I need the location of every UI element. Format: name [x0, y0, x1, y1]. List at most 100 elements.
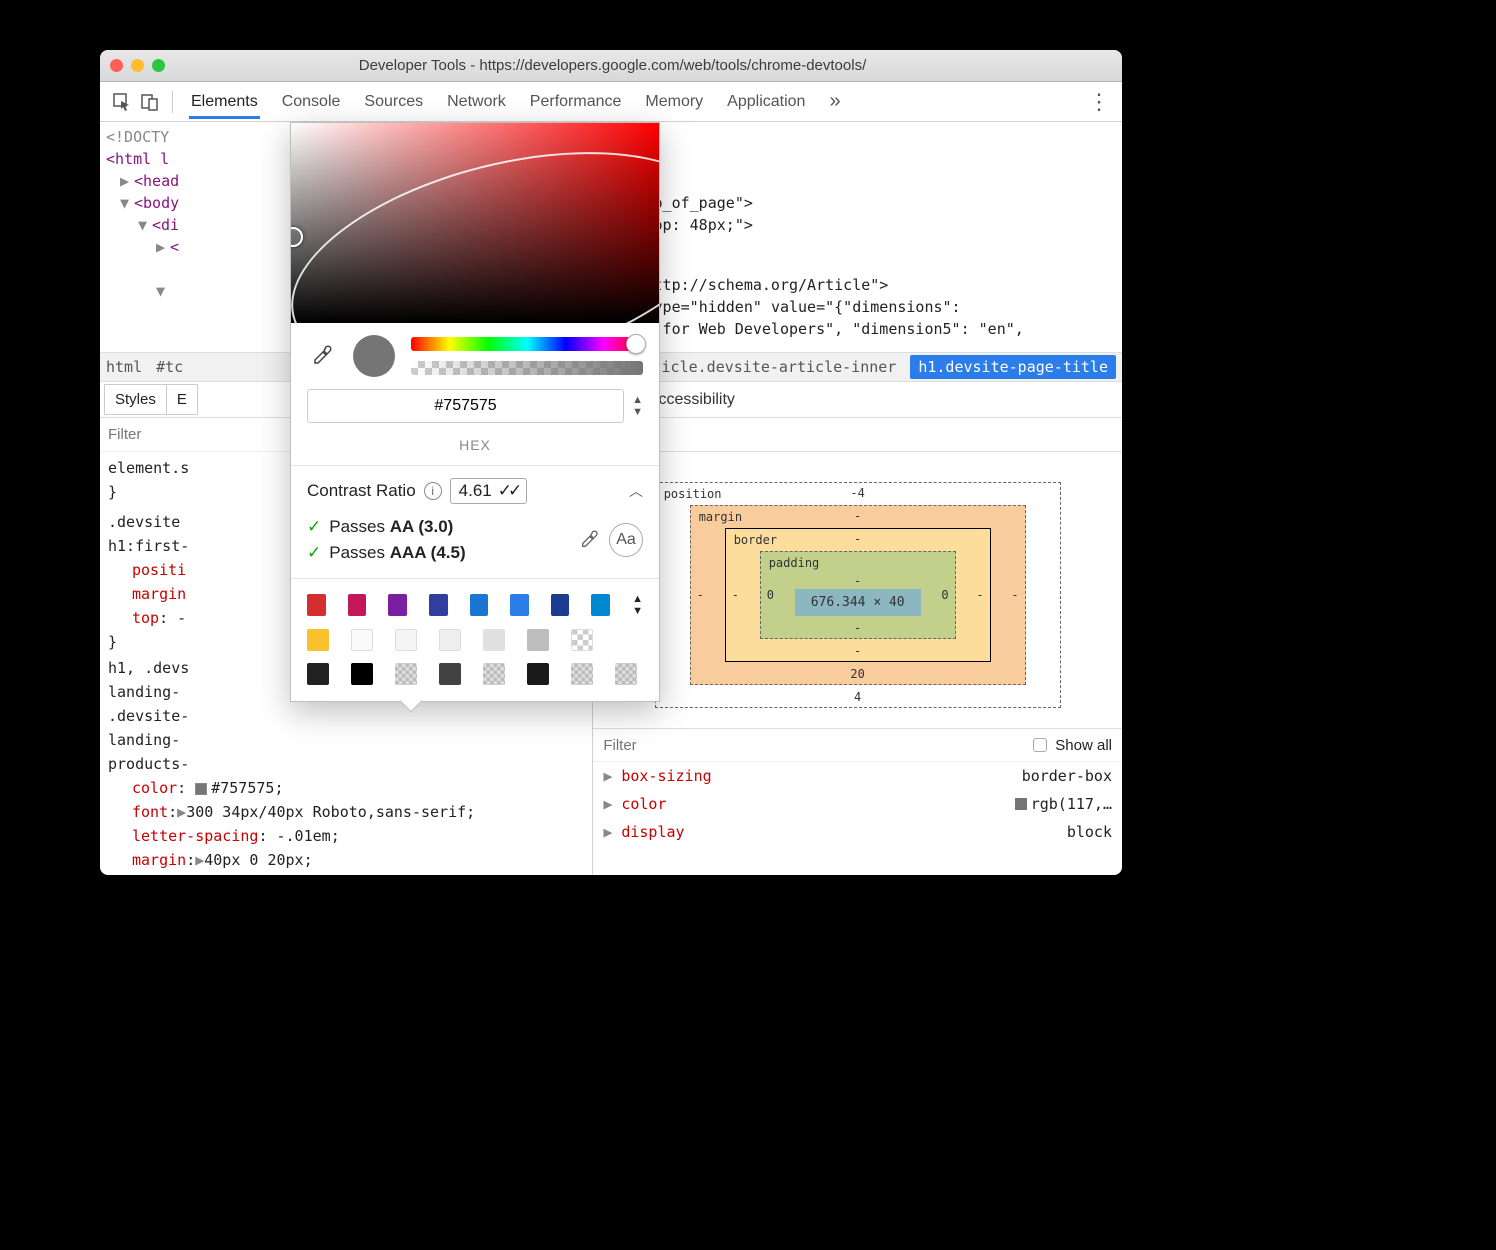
text-preview-icon[interactable]: Aa	[609, 523, 643, 557]
collapse-icon[interactable]: ▼	[120, 192, 134, 214]
expand-icon[interactable]: ▶	[156, 236, 170, 258]
styles-tab-styles[interactable]: Styles	[104, 384, 167, 415]
swatch[interactable]	[571, 629, 593, 651]
color-gradient[interactable]	[291, 123, 659, 323]
swatch[interactable]	[388, 594, 407, 616]
swatch[interactable]	[470, 594, 489, 616]
swatch[interactable]	[527, 629, 549, 651]
crumb-article[interactable]: article.devsite-article-inner	[634, 358, 896, 376]
color-swatch-icon[interactable]	[1015, 798, 1027, 810]
computed-row: ▶displayblock	[603, 818, 1112, 846]
palette-swatches: ▲▼	[291, 578, 659, 701]
box-model[interactable]: position -4 4 margin - - - 20 border -	[593, 452, 1122, 728]
computed-list[interactable]: ▶box-sizingborder-box ▶colorrgb(117,… ▶d…	[593, 762, 1122, 846]
collapse-icon[interactable]: ▼	[138, 214, 152, 236]
swatch[interactable]	[307, 594, 326, 616]
devtools-window: Developer Tools - https://developers.goo…	[100, 50, 1122, 875]
hex-label: HEX	[291, 437, 659, 465]
left-pane: <!DOCTY <html l ▶<head ▼<body ▼<di ▶< ▼ …	[100, 122, 593, 875]
hue-slider[interactable]	[411, 337, 643, 351]
breadcrumb-right: cle article.devsite-article-inner h1.dev…	[593, 352, 1122, 382]
dom-html: <html l	[106, 150, 169, 168]
current-color-preview	[353, 335, 395, 377]
tab-memory[interactable]: Memory	[643, 85, 705, 119]
content: <!DOCTY <html l ▶<head ▼<body ▼<di ▶< ▼ …	[100, 122, 1122, 875]
swatch[interactable]	[615, 663, 637, 685]
palette-toggle-icon[interactable]: ▲▼	[632, 593, 643, 617]
window-close-button[interactable]	[110, 59, 123, 72]
info-icon[interactable]: i	[424, 482, 442, 500]
swatch[interactable]	[551, 594, 570, 616]
computed-row: ▶box-sizingborder-box	[603, 762, 1112, 790]
contrast-results: ✓Passes AA (3.0) ✓Passes AAA (4.5)	[307, 514, 466, 566]
swatch[interactable]	[351, 663, 373, 685]
tab-elements[interactable]: Elements	[189, 85, 260, 119]
hex-input[interactable]	[307, 389, 624, 423]
box-model-content: 676.344 × 40	[795, 589, 921, 616]
crumb-html[interactable]: html	[106, 358, 142, 376]
swatch[interactable]	[571, 663, 593, 685]
computed-row: ▶colorrgb(117,…	[603, 790, 1112, 818]
swatch[interactable]	[348, 594, 367, 616]
collapse-icon[interactable]: ▼	[156, 280, 170, 302]
device-toggle-icon[interactable]	[138, 90, 162, 114]
swatch[interactable]	[351, 629, 373, 651]
window-minimize-button[interactable]	[131, 59, 144, 72]
swatch[interactable]	[307, 629, 329, 651]
inspect-icon[interactable]	[110, 90, 134, 114]
tab-console[interactable]: Console	[280, 85, 343, 119]
more-tabs-icon[interactable]: »	[829, 90, 840, 113]
format-toggle-icon[interactable]: ▲▼	[632, 394, 643, 418]
main-toolbar: Elements Console Sources Network Perform…	[100, 82, 1122, 122]
bg-eyedropper-icon[interactable]	[573, 524, 605, 556]
color-picker: ▲▼ HEX Contrast Ratio i 4.61 ✓✓ ︿	[290, 122, 660, 702]
tab-sources[interactable]: Sources	[362, 85, 425, 119]
crumb-tc[interactable]: #tc	[156, 358, 183, 376]
swatch[interactable]	[510, 594, 529, 616]
swatch[interactable]	[307, 663, 329, 685]
computed-filter-row: Show all	[593, 728, 1122, 762]
alpha-slider[interactable]	[411, 361, 643, 375]
expand-icon[interactable]: ▶	[195, 851, 204, 869]
swatch[interactable]	[527, 663, 549, 685]
sidebar-tab-accessibility[interactable]: Accessibility	[648, 391, 735, 409]
swatch[interactable]	[483, 629, 505, 651]
expand-icon[interactable]: ▶	[603, 818, 617, 846]
titlebar: Developer Tools - https://developers.goo…	[100, 50, 1122, 82]
tab-application[interactable]: Application	[725, 85, 807, 119]
swatch[interactable]	[429, 594, 448, 616]
dom-overflow: id="top_of_page"> rgin-top: 48px;"> er y…	[593, 122, 1122, 352]
swatch[interactable]	[483, 663, 505, 685]
kebab-menu-icon[interactable]: ⋮	[1088, 89, 1112, 115]
chevron-up-icon[interactable]: ︿	[629, 481, 643, 501]
swatch[interactable]	[395, 663, 417, 685]
alpha-thumb[interactable]	[626, 361, 643, 375]
show-all-label: Show all	[1055, 737, 1112, 754]
check-icon: ✓✓	[498, 481, 519, 501]
expand-icon[interactable]: ▶	[603, 790, 617, 818]
swatch[interactable]	[439, 663, 461, 685]
window-title: Developer Tools - https://developers.goo…	[173, 57, 1112, 74]
eyedropper-icon[interactable]	[307, 341, 337, 371]
color-swatch-icon[interactable]	[195, 783, 207, 795]
show-all-checkbox[interactable]	[1033, 738, 1047, 752]
styles-tab-e[interactable]: E	[167, 384, 198, 415]
right-filter-row: ls +	[593, 418, 1122, 452]
computed-filter-input[interactable]	[603, 737, 1025, 754]
expand-icon[interactable]: ▶	[177, 803, 186, 821]
panel-tabs: Elements Console Sources Network Perform…	[189, 85, 807, 119]
right-pane: id="top_of_page"> rgin-top: 48px;"> er y…	[593, 122, 1122, 875]
expand-icon[interactable]: ▶	[120, 170, 134, 192]
window-maximize-button[interactable]	[152, 59, 165, 72]
swatch[interactable]	[395, 629, 417, 651]
contrast-label: Contrast Ratio	[307, 481, 416, 501]
tab-network[interactable]: Network	[445, 85, 508, 119]
crumb-h1[interactable]: h1.devsite-page-title	[910, 355, 1116, 379]
sidebar-tabs: ies Accessibility	[593, 382, 1122, 418]
swatch[interactable]	[591, 594, 610, 616]
expand-icon[interactable]: ▶	[603, 762, 617, 790]
hue-thumb[interactable]	[626, 334, 646, 354]
check-icon: ✓	[307, 543, 321, 562]
swatch[interactable]	[439, 629, 461, 651]
tab-performance[interactable]: Performance	[528, 85, 624, 119]
